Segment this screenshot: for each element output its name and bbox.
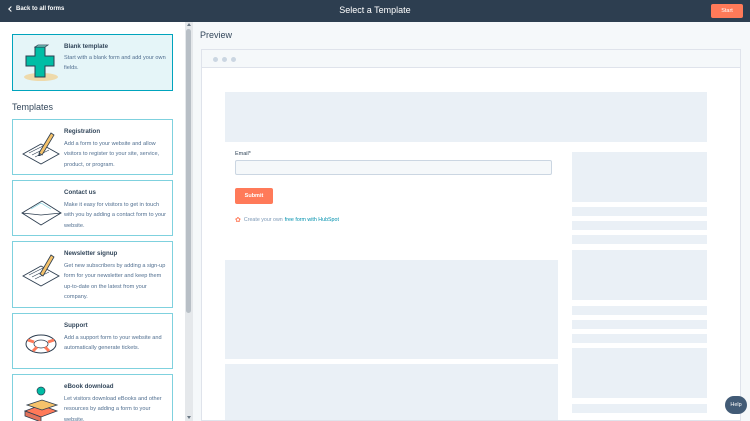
email-field[interactable] bbox=[235, 160, 552, 175]
template-title: Registration bbox=[64, 128, 101, 135]
placeholder-sidebar-line bbox=[572, 207, 707, 216]
browser-toolbar bbox=[202, 50, 740, 68]
template-description: Add a support form to your website and a… bbox=[64, 335, 162, 352]
email-field-label: Email* bbox=[235, 151, 251, 157]
template-description: Make it easy for visitors to get in touc… bbox=[64, 202, 166, 229]
placeholder-sidebar-block bbox=[572, 250, 707, 300]
page-title: Select a Template bbox=[339, 5, 411, 15]
placeholder-sidebar-block bbox=[572, 152, 707, 202]
template-description: Get new subscribers by adding a sign-up … bbox=[64, 263, 166, 301]
placeholder-sidebar-line bbox=[572, 404, 707, 413]
top-bar: Back to all forms Select a Template Star… bbox=[0, 0, 750, 22]
blank-template-card[interactable]: Blank template Start with a blank form a… bbox=[12, 34, 173, 91]
placeholder-sidebar-block bbox=[572, 348, 707, 398]
preview-heading: Preview bbox=[200, 30, 233, 40]
blank-template-title: Blank template bbox=[64, 43, 109, 50]
blank-template-description: Start with a blank form and add your own… bbox=[64, 55, 166, 72]
template-title: eBook download bbox=[64, 383, 114, 390]
start-button[interactable]: Start bbox=[711, 4, 743, 18]
placeholder-sidebar-line bbox=[572, 334, 707, 343]
lifebuoy-icon bbox=[25, 334, 57, 354]
template-card-ebook-download[interactable]: eBook download Let visitors download eBo… bbox=[12, 374, 173, 421]
window-dot-icon bbox=[231, 57, 236, 62]
window-dot-icon bbox=[213, 57, 218, 62]
templates-heading: Templates bbox=[12, 102, 54, 112]
placeholder-header-block bbox=[225, 92, 707, 142]
clipboard-pen-icon bbox=[22, 132, 60, 165]
window-dot-icon bbox=[222, 57, 227, 62]
scroll-down-arrow-icon[interactable] bbox=[187, 416, 191, 419]
hubspot-credit: ✿ Create your own free form with HubSpot bbox=[235, 216, 339, 224]
blank-template-plus-icon bbox=[24, 44, 58, 81]
books-icon bbox=[23, 386, 59, 421]
template-card-registration[interactable]: Registration Add a form to your website … bbox=[12, 119, 173, 175]
template-title: Contact us bbox=[64, 189, 96, 196]
placeholder-sidebar-line bbox=[572, 221, 707, 230]
template-card-support[interactable]: Support Add a support form to your websi… bbox=[12, 313, 173, 369]
hubspot-sprocket-icon: ✿ bbox=[235, 217, 241, 224]
placeholder-sidebar-line bbox=[572, 306, 707, 315]
template-description: Let visitors download eBooks and other r… bbox=[64, 396, 162, 421]
placeholder-sidebar-line bbox=[572, 320, 707, 329]
template-sidebar: Blank template Start with a blank form a… bbox=[0, 22, 185, 421]
help-button[interactable]: Help bbox=[725, 396, 747, 414]
template-card-newsletter-signup[interactable]: Newsletter signup Get new subscribers by… bbox=[12, 241, 173, 308]
template-title: Support bbox=[64, 322, 88, 329]
placeholder-sidebar-line bbox=[572, 235, 707, 244]
sidebar-scrollbar-thumb[interactable] bbox=[186, 29, 191, 313]
template-description: Add a form to your website and allow vis… bbox=[64, 141, 160, 168]
placeholder-content-block bbox=[225, 364, 558, 420]
submit-button[interactable]: Submit bbox=[235, 188, 273, 204]
free-form-hubspot-link[interactable]: free form with HubSpot bbox=[285, 217, 339, 223]
envelope-icon bbox=[21, 200, 62, 226]
scroll-up-arrow-icon[interactable] bbox=[187, 23, 191, 26]
newsletter-pen-icon bbox=[22, 254, 60, 287]
placeholder-content-block bbox=[225, 260, 558, 359]
template-title: Newsletter signup bbox=[64, 250, 118, 257]
credit-text: Create your own bbox=[243, 217, 283, 223]
template-card-contact-us[interactable]: Contact us Make it easy for visitors to … bbox=[12, 180, 173, 236]
